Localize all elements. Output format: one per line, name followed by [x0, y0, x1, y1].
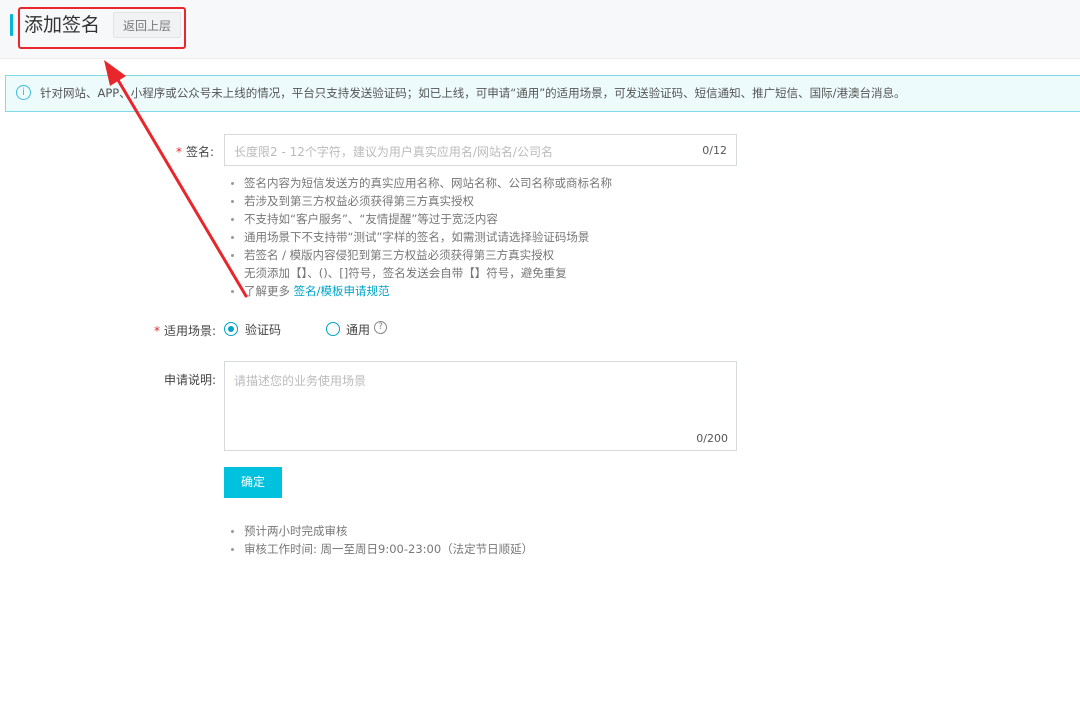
signature-tips-list: 签名内容为短信发送方的真实应用名称、网站名称、公司名称或商标名称 若涉及到第三方… — [230, 174, 612, 300]
review-tips-list: 预计两小时完成审核 审核工作时间: 周一至周日9:00-23:00（法定节日顺延… — [230, 522, 533, 558]
scene-label: * 适用场景: — [154, 322, 216, 339]
list-item: 签名内容为短信发送方的真实应用名称、网站名称、公司名称或商标名称 — [230, 174, 612, 192]
radio-general[interactable] — [326, 322, 340, 336]
notice-banner: i 针对网站、APP、小程序或公众号未上线的情况，平台只支持发送验证码；如已上线… — [5, 75, 1080, 112]
help-icon[interactable]: ? — [374, 321, 387, 334]
list-item: 若涉及到第三方权益必须获得第三方真实授权 — [230, 192, 612, 210]
description-placeholder: 请描述您的业务使用场景 — [234, 374, 367, 388]
radio-verification-code[interactable] — [224, 322, 238, 336]
radio-verification-code-label[interactable]: 验证码 — [245, 321, 281, 338]
learn-more-prefix: 了解更多 — [244, 284, 290, 298]
signature-label: * 签名: — [176, 143, 214, 160]
list-item: 通用场景下不支持带“测试”字样的签名，如需测试请选择验证码场景 — [230, 228, 612, 246]
signature-counter: 0/12 — [702, 144, 727, 157]
signature-label-text: 签名: — [186, 145, 215, 159]
signature-input[interactable]: 长度限2 - 12个字符，建议为用户真实应用名/网站名/公司名 0/12 — [224, 134, 737, 166]
description-label: 申请说明: — [164, 373, 217, 387]
required-mark: * — [154, 324, 160, 338]
list-item: 不支持如“客户服务”、“友情提醒”等过于宽泛内容 — [230, 210, 612, 228]
list-item: 预计两小时完成审核 — [230, 522, 533, 540]
notice-text: 针对网站、APP、小程序或公众号未上线的情况，平台只支持发送验证码；如已上线，可… — [40, 86, 906, 100]
scene-label-text: 适用场景: — [164, 324, 217, 338]
spec-link[interactable]: 签名/模板申请规范 — [294, 284, 390, 298]
list-item: 无须添加【】、()、[]符号，签名发送会自带【】符号，避免重复 — [230, 264, 612, 282]
title-accent-bar — [10, 14, 13, 36]
info-icon: i — [16, 85, 31, 100]
required-mark: * — [176, 145, 182, 159]
signature-placeholder: 长度限2 - 12个字符，建议为用户真实应用名/网站名/公司名 — [234, 145, 553, 159]
radio-general-label[interactable]: 通用 — [346, 321, 370, 338]
list-item: 若签名 / 模版内容侵犯到第三方权益必须获得第三方真实授权 — [230, 246, 612, 264]
page-header: 添加签名 返回上层 — [0, 0, 1080, 59]
annotation-highlight-box — [18, 7, 186, 49]
description-counter: 0/200 — [696, 432, 728, 445]
list-item-learn-more: 了解更多 签名/模板申请规范 — [230, 282, 612, 300]
list-item: 审核工作时间: 周一至周日9:00-23:00（法定节日顺延） — [230, 540, 533, 558]
submit-button[interactable]: 确定 — [224, 467, 282, 498]
description-textarea[interactable]: 请描述您的业务使用场景 0/200 — [224, 361, 737, 451]
